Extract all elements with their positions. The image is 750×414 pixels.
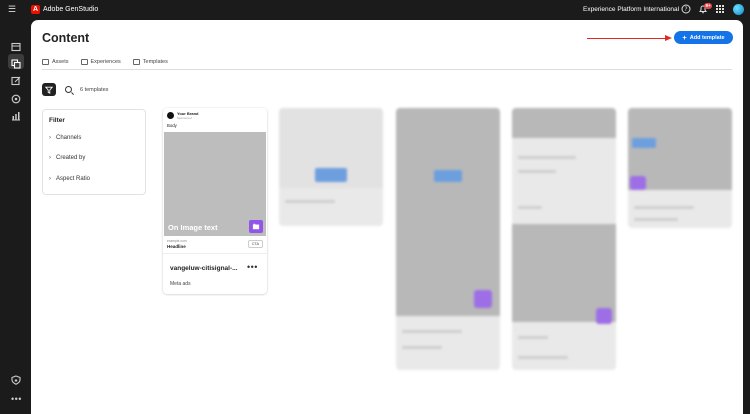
blurred-template-card[interactable]: [512, 108, 616, 370]
filter-section-channels[interactable]: › Channels: [49, 135, 81, 141]
tab-label: Assets: [52, 58, 69, 65]
chevron-right-icon: ›: [49, 135, 51, 141]
template-count: 6 templates: [80, 87, 109, 93]
ad-url: example.com: [167, 239, 187, 243]
adobe-logo-icon: A: [31, 5, 40, 14]
search-icon[interactable]: [65, 86, 72, 93]
filter-section-label: Aspect Ratio: [56, 176, 91, 182]
body-label: Body: [167, 123, 177, 128]
content-tabs: Assets Experiences Templates: [42, 56, 168, 70]
app-name[interactable]: Adobe GenStudio: [43, 5, 98, 15]
tab-templates[interactable]: Templates: [132, 56, 168, 70]
blurred-template-card[interactable]: [628, 108, 732, 228]
ad-headline: Headline: [167, 244, 186, 249]
tab-experiences[interactable]: Experiences: [80, 56, 121, 67]
analytics-icon[interactable]: [11, 108, 21, 126]
assets-icon: [42, 58, 49, 65]
apps-grid-icon[interactable]: [715, 4, 725, 15]
annotation-arrow-head: [665, 34, 672, 41]
card-divider: [163, 253, 267, 254]
filter-toggle-button[interactable]: [42, 83, 56, 96]
template-card[interactable]: Your Brand Sponsored Body On Image text …: [163, 108, 267, 294]
filter-panel: Filter › Channels › Created by › Aspect …: [42, 109, 146, 195]
experiences-icon: [80, 58, 88, 65]
filter-title: Filter: [49, 117, 65, 124]
filter-section-label: Channels: [56, 135, 82, 141]
filter-section-label: Created by: [56, 155, 86, 161]
chevron-right-icon: ›: [49, 155, 51, 161]
home-icon[interactable]: [11, 39, 21, 57]
filter-section-aspect-ratio[interactable]: › Aspect Ratio: [49, 176, 90, 182]
avatar[interactable]: [733, 4, 744, 15]
insights-icon[interactable]: [11, 91, 21, 109]
left-rail: •••: [0, 20, 31, 414]
more-icon[interactable]: •••: [11, 395, 22, 404]
add-template-button[interactable]: + Add template: [674, 31, 733, 44]
menu-icon[interactable]: ☰: [8, 5, 16, 14]
tab-divider: [42, 69, 732, 70]
chevron-right-icon: ›: [49, 176, 51, 182]
template-type-chip: [249, 220, 263, 233]
templates-icon: [132, 58, 140, 65]
filter-section-created-by[interactable]: › Created by: [49, 155, 85, 161]
org-switcher[interactable]: Experience Platform International: [583, 5, 679, 15]
more-actions-icon[interactable]: •••: [247, 262, 258, 272]
help-icon[interactable]: ?: [681, 4, 691, 15]
shield-icon[interactable]: [11, 372, 21, 390]
funnel-icon: [44, 86, 54, 94]
image-chip-icon: [252, 223, 260, 230]
blurred-template-card[interactable]: [279, 108, 383, 226]
brand-sub: Sponsored: [177, 116, 192, 120]
image-text: On Image text: [168, 223, 218, 232]
top-bar: ☰ A Adobe GenStudio Experience Platform …: [0, 0, 750, 20]
brand-avatar: [167, 112, 174, 119]
page-title: Content: [42, 31, 90, 45]
add-template-label: Add template: [689, 34, 725, 41]
template-image: On Image text: [164, 132, 266, 236]
notification-badge: 9+: [704, 3, 713, 9]
annotation-arrow-line: [587, 37, 667, 39]
plus-icon: +: [682, 33, 687, 42]
tab-label: Templates: [142, 58, 168, 65]
ad-cta: CTA: [247, 240, 263, 248]
template-name: vangeluw-citisignal-...: [170, 265, 238, 272]
tab-label: Experiences: [90, 58, 121, 65]
content-icon[interactable]: [11, 56, 21, 74]
tab-assets[interactable]: Assets: [42, 56, 69, 67]
main-content: Content + Add template Assets Experience…: [31, 20, 743, 414]
svg-text:?: ?: [684, 6, 687, 13]
template-channel: Meta ads: [170, 281, 191, 287]
create-icon[interactable]: [11, 73, 21, 91]
blurred-template-card[interactable]: [396, 108, 500, 370]
